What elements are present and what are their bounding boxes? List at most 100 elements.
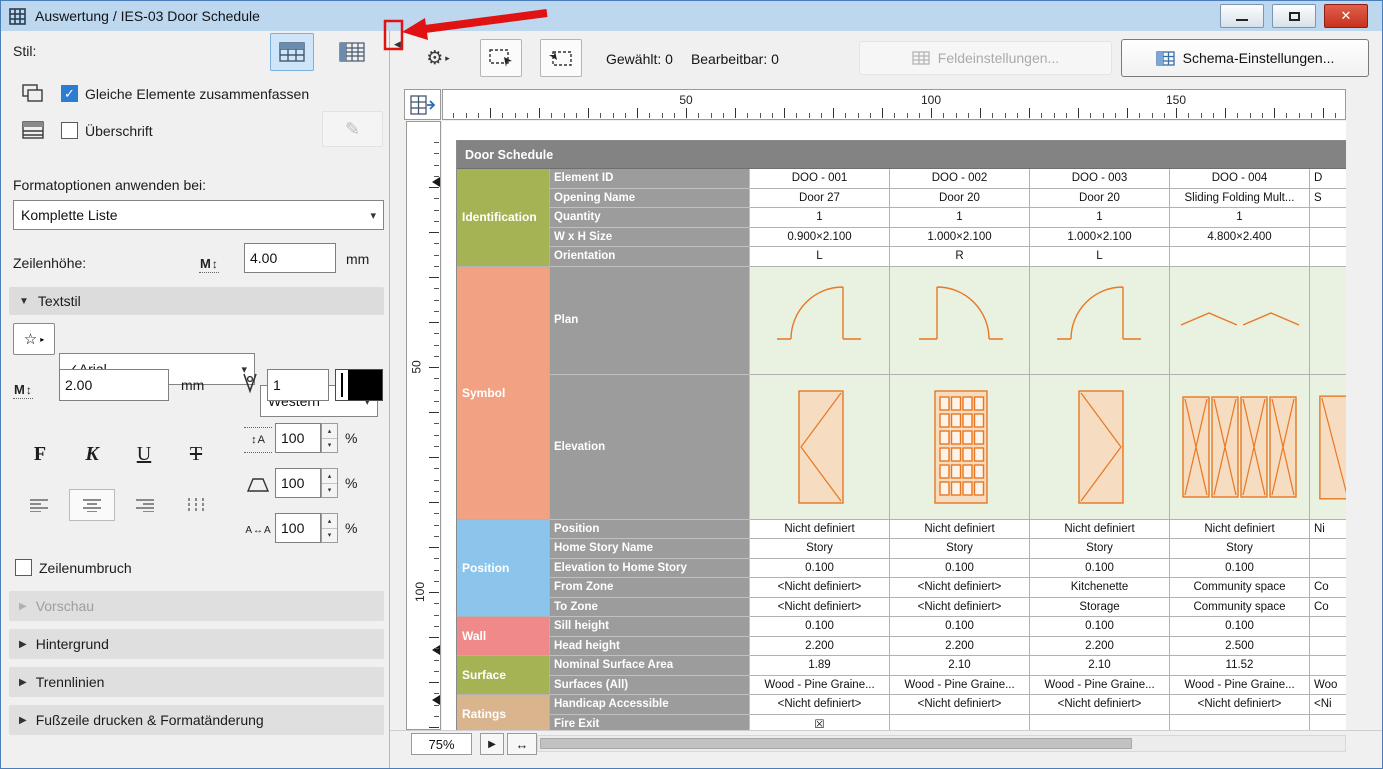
- schedule-cell[interactable]: S: [1310, 188, 1346, 208]
- schedule-cell[interactable]: Nicht definiert: [890, 519, 1030, 539]
- field-label[interactable]: Head height: [550, 636, 750, 656]
- door-elevation-symbol[interactable]: [890, 374, 1030, 520]
- field-label[interactable]: Surfaces (All): [550, 675, 750, 695]
- schedule-cell[interactable]: 2.200: [890, 636, 1030, 656]
- schedule-cell[interactable]: [1310, 247, 1346, 267]
- word-wrap-checkbox[interactable]: [15, 559, 32, 576]
- schedule-cell[interactable]: [890, 714, 1030, 730]
- schedule-cell[interactable]: [1310, 227, 1346, 247]
- schedule-cell[interactable]: Sliding Folding Mult...: [1170, 188, 1310, 208]
- schedule-cell[interactable]: [1310, 714, 1346, 730]
- schedule-cell[interactable]: Door 27: [750, 188, 890, 208]
- fit-width-button[interactable]: ↔: [507, 733, 537, 755]
- schedule-cell[interactable]: 11.52: [1170, 656, 1310, 676]
- letter-spacing-input[interactable]: [275, 513, 321, 543]
- schedule-cell[interactable]: D: [1310, 169, 1346, 189]
- schedule-cell[interactable]: Nicht definiert: [1170, 519, 1310, 539]
- field-label[interactable]: To Zone: [550, 597, 750, 617]
- strikethrough-button[interactable]: T: [173, 435, 219, 473]
- align-justify-button[interactable]: [173, 489, 219, 521]
- field-label[interactable]: Opening Name: [550, 188, 750, 208]
- schedule-cell[interactable]: 0.100: [1170, 617, 1310, 637]
- row-marker-icon[interactable]: [432, 645, 440, 655]
- field-label[interactable]: W x H Size: [550, 227, 750, 247]
- font-size-input[interactable]: [59, 369, 169, 401]
- category-ratings[interactable]: Ratings: [457, 695, 550, 730]
- view-mode-compact-button[interactable]: [330, 33, 374, 71]
- titlebar[interactable]: Auswertung / IES-03 Door Schedule ✕: [1, 1, 1382, 31]
- schedule-cell[interactable]: L: [1030, 247, 1170, 267]
- field-label[interactable]: Handicap Accessible: [550, 695, 750, 715]
- underline-button[interactable]: U: [121, 435, 167, 473]
- schedule-cell[interactable]: [1310, 208, 1346, 228]
- schedule-cell[interactable]: [1310, 656, 1346, 676]
- schedule-cell[interactable]: L: [750, 247, 890, 267]
- schedule-cell[interactable]: 2.10: [890, 656, 1030, 676]
- schedule-cell[interactable]: Kitchenette: [1030, 578, 1170, 598]
- field-label[interactable]: Quantity: [550, 208, 750, 228]
- schedule-cell[interactable]: 1: [750, 208, 890, 228]
- format-scope-select[interactable]: Komplette Liste ▾: [13, 200, 384, 230]
- field-label[interactable]: Position: [550, 519, 750, 539]
- pen-color-swatch[interactable]: [335, 369, 383, 401]
- schedule-cell[interactable]: 1: [1030, 208, 1170, 228]
- schedule-cell[interactable]: Wood - Pine Graine...: [890, 675, 1030, 695]
- row-marker-icon[interactable]: [432, 177, 440, 187]
- schedule-cell[interactable]: Ni: [1310, 519, 1346, 539]
- field-label[interactable]: Elevation to Home Story: [550, 558, 750, 578]
- schedule-cell[interactable]: R: [890, 247, 1030, 267]
- door-elevation-symbol[interactable]: [1310, 374, 1346, 520]
- zoom-level[interactable]: 75%: [411, 733, 472, 755]
- sidebar-collapse-button[interactable]: ◀: [391, 31, 404, 57]
- field-label[interactable]: Plan: [550, 266, 750, 375]
- favorite-styles-button[interactable]: ☆ ▸: [13, 323, 55, 355]
- schedule-cell[interactable]: 2.500: [1170, 636, 1310, 656]
- schema-settings-button[interactable]: Schema-Einstellungen...: [1121, 39, 1369, 77]
- field-label[interactable]: From Zone: [550, 578, 750, 598]
- door-plan-symbol[interactable]: [1030, 266, 1170, 375]
- schedule-canvas[interactable]: Door Schedule Identification Element ID DOO…: [442, 121, 1346, 730]
- schedule-cell[interactable]: Community space: [1170, 597, 1310, 617]
- schedule-cell[interactable]: Nicht definiert: [1030, 519, 1170, 539]
- field-settings-button[interactable]: Feldeinstellungen...: [859, 41, 1112, 75]
- schedule-cell[interactable]: Story: [750, 539, 890, 559]
- category-identification[interactable]: Identification: [457, 169, 550, 267]
- field-label[interactable]: Elevation: [550, 374, 750, 520]
- door-plan-symbol[interactable]: [1310, 266, 1346, 375]
- schedule-cell[interactable]: ☒: [750, 714, 890, 730]
- letter-spacing-stepper[interactable]: ▴ ▾: [321, 513, 338, 543]
- schedule-cell[interactable]: 2.10: [1030, 656, 1170, 676]
- schedule-cell[interactable]: 0.900×2.100: [750, 227, 890, 247]
- width-factor-stepper[interactable]: ▴ ▾: [321, 468, 338, 498]
- door-plan-symbol[interactable]: [890, 266, 1030, 375]
- italic-button[interactable]: K: [69, 435, 115, 473]
- schedule-cell[interactable]: 1.000×2.100: [1030, 227, 1170, 247]
- schedule-cell[interactable]: Community space: [1170, 578, 1310, 598]
- schedule-cell[interactable]: DOO - 004: [1170, 169, 1310, 189]
- schedule-cell[interactable]: <Ni: [1310, 695, 1346, 715]
- schedule-cell[interactable]: 1.89: [750, 656, 890, 676]
- horizontal-scrollbar[interactable]: [537, 735, 1346, 752]
- schedule-cell[interactable]: DOO - 002: [890, 169, 1030, 189]
- field-label[interactable]: Orientation: [550, 247, 750, 267]
- schedule-cell[interactable]: DOO - 003: [1030, 169, 1170, 189]
- door-plan-symbol[interactable]: [750, 266, 890, 375]
- schedule-cell[interactable]: <Nicht definiert>: [890, 578, 1030, 598]
- align-right-button[interactable]: [121, 489, 167, 521]
- section-fusszeile[interactable]: ▶ Fußzeile drucken & Formatänderung: [9, 705, 384, 735]
- schedule-cell[interactable]: [1310, 617, 1346, 637]
- view-mode-schedule-button[interactable]: [270, 33, 314, 71]
- schedule-cell[interactable]: 2.200: [750, 636, 890, 656]
- stepper-up-icon[interactable]: ▴: [322, 514, 337, 529]
- schedule-cell[interactable]: <Nicht definiert>: [750, 597, 890, 617]
- schedule-cell[interactable]: 0.100: [1170, 558, 1310, 578]
- section-trennlinien[interactable]: ▶ Trennlinien: [9, 667, 384, 697]
- schedule-cell[interactable]: <Nicht definiert>: [890, 695, 1030, 715]
- width-factor-input[interactable]: [275, 468, 321, 498]
- schedule-cell[interactable]: <Nicht definiert>: [1030, 695, 1170, 715]
- line-spacing-input[interactable]: [275, 423, 321, 453]
- row-marker-icon[interactable]: [432, 695, 440, 705]
- select-criteria-button[interactable]: [540, 39, 582, 77]
- schedule-cell[interactable]: Nicht definiert: [750, 519, 890, 539]
- field-label[interactable]: Fire Exit: [550, 714, 750, 730]
